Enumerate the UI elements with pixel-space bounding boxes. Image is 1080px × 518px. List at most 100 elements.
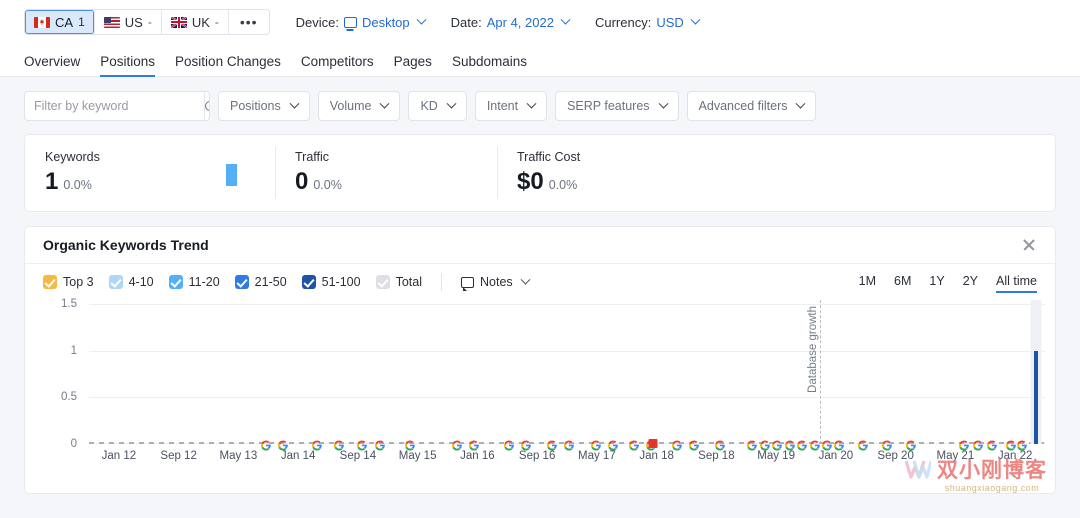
- google-g-icon[interactable]: [809, 438, 820, 451]
- date-selector[interactable]: Date: Apr 4, 2022: [451, 14, 571, 30]
- legend-divider: [441, 273, 442, 291]
- legend-checkbox-51-100[interactable]: [301, 275, 316, 289]
- google-g-icon[interactable]: [671, 438, 682, 451]
- legend-item-4-10[interactable]: 4-10: [108, 275, 154, 289]
- google-g-icon[interactable]: [987, 438, 998, 451]
- data-point-bar[interactable]: [1034, 350, 1039, 444]
- google-g-icon[interactable]: [821, 438, 833, 451]
- legend-checkbox-4-10[interactable]: [108, 275, 123, 289]
- google-g-icon[interactable]: [759, 438, 770, 451]
- google-g-icon[interactable]: [590, 438, 601, 451]
- x-axis-tick: Sep 12: [160, 450, 197, 462]
- google-g-icon[interactable]: [278, 438, 289, 451]
- google-g-icon[interactable]: [628, 438, 639, 451]
- currency-selector[interactable]: Currency: USD: [595, 14, 701, 30]
- search-button[interactable]: [204, 92, 209, 120]
- legend-checkbox-top-3[interactable]: [43, 275, 57, 289]
- tab-subdomains[interactable]: Subdomains: [442, 54, 537, 76]
- database-selector-group[interactable]: CA 1 US - UK - •••: [24, 9, 270, 35]
- x-axis-tick: May 15: [398, 450, 437, 462]
- filter-serp-features-button[interactable]: SERP features: [555, 91, 679, 121]
- google-g-icon[interactable]: [563, 438, 574, 451]
- legend-checkbox-21-50[interactable]: [234, 275, 249, 289]
- database-item-us[interactable]: US -: [95, 10, 162, 34]
- legend-label-51-100: 51-100: [321, 275, 361, 289]
- period-1m[interactable]: 1M: [859, 274, 876, 291]
- search-icon: [205, 101, 209, 111]
- filter-kd-button[interactable]: KD: [408, 91, 467, 121]
- google-g-icon[interactable]: [797, 438, 808, 451]
- filter-intent-button[interactable]: Intent: [474, 91, 548, 121]
- search-input[interactable]: [25, 92, 204, 120]
- x-axis-labels: Jan 12 Sep 12 May 13 Jan 14 Sep 14 May 15 Jan …: [89, 450, 1045, 470]
- legend-item-21-50[interactable]: 21-50: [234, 275, 287, 289]
- chart-title: Organic Keywords Trend: [43, 237, 209, 253]
- google-g-icon[interactable]: [772, 438, 783, 451]
- google-g-icon[interactable]: [1005, 438, 1016, 451]
- database-item-uk[interactable]: UK -: [162, 10, 229, 34]
- period-all-time[interactable]: All time: [996, 274, 1037, 293]
- google-g-icon[interactable]: [260, 438, 271, 451]
- google-g-icon[interactable]: [311, 438, 322, 451]
- filter-volume-button[interactable]: Volume: [317, 91, 401, 121]
- tab-overview[interactable]: Overview: [24, 54, 90, 76]
- metric-traffic-cost-change: 0.0%: [548, 178, 578, 192]
- google-g-icon[interactable]: [1017, 438, 1028, 451]
- device-selector[interactable]: Device: Desktop: [296, 14, 427, 30]
- date-value[interactable]: Apr 4, 2022: [487, 15, 554, 30]
- google-g-icon[interactable]: [906, 438, 917, 451]
- google-g-icon[interactable]: [747, 438, 758, 451]
- database-item-ca[interactable]: CA 1: [25, 10, 95, 34]
- keyword-filter[interactable]: [24, 91, 210, 121]
- tab-competitors[interactable]: Competitors: [291, 54, 384, 76]
- chevron-down-icon[interactable]: [416, 14, 427, 25]
- google-g-icon[interactable]: [357, 438, 368, 451]
- filter-positions-button[interactable]: Positions: [218, 91, 310, 121]
- google-g-icon[interactable]: [503, 438, 514, 451]
- legend-item-51-100[interactable]: 51-100: [301, 275, 361, 289]
- google-g-icon[interactable]: [784, 438, 795, 451]
- x-axis-tick: Jan 20: [818, 450, 854, 462]
- google-g-icon[interactable]: [882, 438, 893, 451]
- x-axis-tick: Jan 22: [997, 450, 1033, 462]
- google-g-icon[interactable]: [334, 438, 345, 451]
- google-g-icon[interactable]: [973, 438, 984, 451]
- google-g-icon[interactable]: [452, 438, 463, 451]
- google-g-icon[interactable]: [469, 438, 480, 451]
- legend-checkbox-total[interactable]: [375, 275, 390, 289]
- filter-advanced-label: Advanced filters: [698, 99, 788, 113]
- google-g-icon[interactable]: [607, 438, 618, 451]
- google-g-icon[interactable]: [858, 438, 869, 451]
- tab-pages[interactable]: Pages: [384, 54, 442, 76]
- notes-dropdown[interactable]: Notes: [461, 274, 531, 291]
- period-6m[interactable]: 6M: [894, 274, 911, 291]
- google-g-icon[interactable]: [689, 438, 700, 451]
- chevron-down-icon[interactable]: [690, 14, 701, 25]
- device-value[interactable]: Desktop: [362, 15, 410, 30]
- legend-checkbox-11-20[interactable]: [168, 275, 183, 289]
- database-code-uk: UK: [191, 14, 210, 30]
- filter-advanced-button[interactable]: Advanced filters: [686, 91, 817, 121]
- tab-position-changes[interactable]: Position Changes: [165, 54, 291, 76]
- period-1y[interactable]: 1Y: [929, 274, 944, 291]
- legend-item-top-3[interactable]: Top 3: [43, 275, 94, 289]
- google-g-icon[interactable]: [958, 438, 969, 451]
- close-icon[interactable]: [1021, 237, 1037, 253]
- google-g-icon[interactable]: [834, 438, 845, 451]
- currency-value[interactable]: USD: [656, 15, 683, 30]
- filter-volume-label: Volume: [329, 99, 372, 113]
- database-more-button[interactable]: •••: [229, 10, 269, 34]
- legend-item-11-20[interactable]: 11-20: [168, 275, 220, 289]
- google-g-icon[interactable]: [714, 438, 725, 451]
- legend-item-total[interactable]: Total: [375, 275, 422, 289]
- chevron-down-icon[interactable]: [560, 14, 571, 25]
- google-g-icon[interactable]: [520, 438, 531, 451]
- metric-keywords-change: 0.0%: [63, 178, 92, 192]
- google-g-icon[interactable]: [405, 438, 416, 451]
- tab-positions[interactable]: Positions: [90, 54, 165, 77]
- google-g-icon[interactable]: [546, 438, 557, 451]
- google-g-icon[interactable]: [374, 438, 385, 451]
- note-marker[interactable]: [648, 439, 658, 448]
- database-count-ca: 1: [78, 15, 85, 29]
- period-2y[interactable]: 2Y: [963, 274, 978, 291]
